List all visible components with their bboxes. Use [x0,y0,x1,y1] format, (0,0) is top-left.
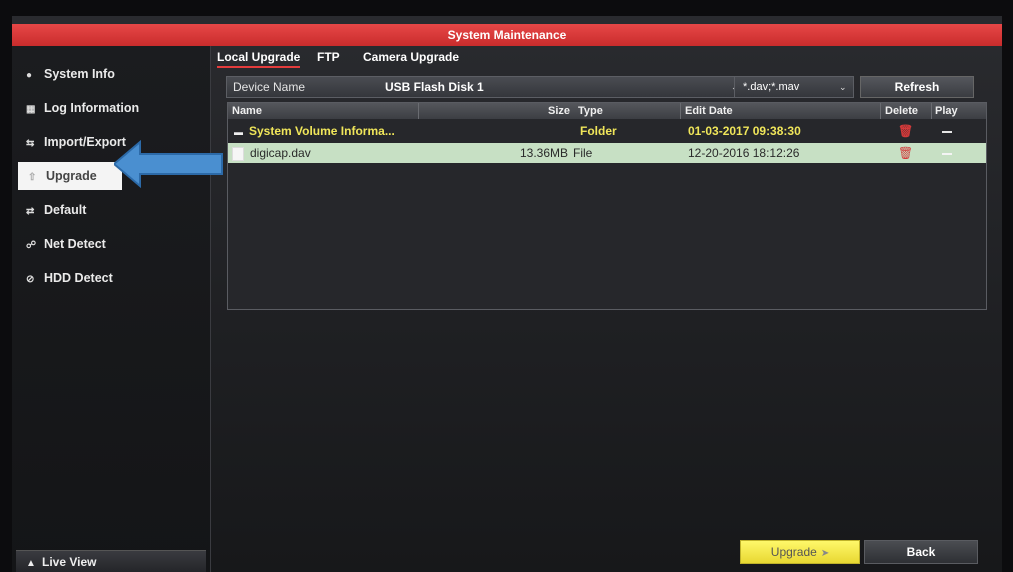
upgrade-button[interactable]: Upgrade ➤ [740,540,860,564]
file-type: File [573,146,593,160]
file-name: digicap.dav [250,146,311,160]
upgrade-button-label: Upgrade [770,545,817,559]
mouse-cursor-icon: ➤ [820,548,830,559]
trash-icon[interactable]: 🗑 [898,121,913,141]
sidebar: ● System Info ▦ Log Information ⇆ Import/Ex… [12,46,211,572]
file-size: 13.36MB [520,146,569,160]
column-header-delete: Delete [880,103,918,119]
tab-local-upgrade[interactable]: Local Upgrade [217,48,301,68]
sidebar-item-hdd-detect[interactable]: ⊘ HDD Detect [16,264,206,292]
device-name-select[interactable]: Device Name USB Flash Disk 1 ⌄ [226,76,752,98]
device-name-value: USB Flash Disk 1 [385,80,484,94]
sidebar-item-label: Default [44,203,87,217]
column-header-name: Name [232,105,262,117]
trash-icon[interactable]: 🗑 [898,143,913,163]
pointer-arrow-icon [114,140,223,188]
tab-ftp[interactable]: FTP [317,48,340,66]
hdd-icon: ⊘ [26,274,35,285]
file-edit-date: 01-03-2017 09:38:30 [688,124,801,138]
default-icon: ⇄ [26,206,35,217]
sidebar-item-label: HDD Detect [44,271,113,285]
dvr-screen: System Maintenance ● System Info ▦ Log Inf… [12,16,1002,572]
table-row[interactable]: ▬ System Volume Informa... Folder 01-03-2… [228,121,986,141]
file-table: Name Size Type Edit Date Delete Play ▬ Sy… [227,102,987,310]
file-type: Folder [580,124,617,138]
back-button[interactable]: Back [864,540,978,564]
live-view-label: Live View [42,555,97,569]
file-name: System Volume Informa... [249,124,395,138]
folder-icon: ▬ [234,127,243,137]
sidebar-item-default[interactable]: ⇄ Default [16,196,206,224]
upgrade-icon: ⇧ [28,172,37,183]
window-title: System Maintenance [12,24,1002,46]
sidebar-item-log-information[interactable]: ▦ Log Information [16,94,206,122]
sidebar-item-upgrade[interactable]: ⇧ Upgrade [18,162,122,190]
info-dot-icon: ● [26,70,33,81]
sidebar-item-label: Upgrade [46,169,97,183]
network-icon: ☍ [26,240,37,251]
home-icon: ▲ [26,558,36,569]
sidebar-item-system-info[interactable]: ● System Info [16,60,206,88]
file-icon [232,146,244,161]
refresh-button[interactable]: Refresh [860,76,974,98]
sidebar-item-label: Net Detect [44,237,106,251]
table-header: Name Size Type Edit Date Delete Play [228,103,986,119]
column-divider [418,103,419,119]
chevron-down-icon: ⌄ [839,82,847,92]
play-disabled-icon[interactable] [942,152,952,155]
live-view-button[interactable]: ▲ Live View [16,550,206,572]
file-filter-select[interactable]: *.dav;*.mav ⌄ [734,76,854,98]
table-row[interactable]: digicap.dav 13.36MB File 12-20-2016 18:1… [228,143,986,163]
log-icon: ▦ [26,104,36,115]
sidebar-item-label: Log Information [44,101,140,115]
file-edit-date: 12-20-2016 18:12:26 [688,146,800,160]
column-header-type: Type [578,105,603,117]
column-header-edit-date: Edit Date [680,103,733,119]
column-header-size: Size [548,105,571,117]
import-export-icon: ⇆ [26,138,35,149]
sidebar-item-label: System Info [44,67,115,81]
tab-camera-upgrade[interactable]: Camera Upgrade [363,48,459,66]
column-header-play: Play [931,103,958,119]
device-name-label: Device Name [233,80,306,94]
sidebar-item-net-detect[interactable]: ☍ Net Detect [16,230,206,258]
play-disabled-icon[interactable] [942,130,952,133]
file-filter-value: *.dav;*.mav [743,81,800,93]
